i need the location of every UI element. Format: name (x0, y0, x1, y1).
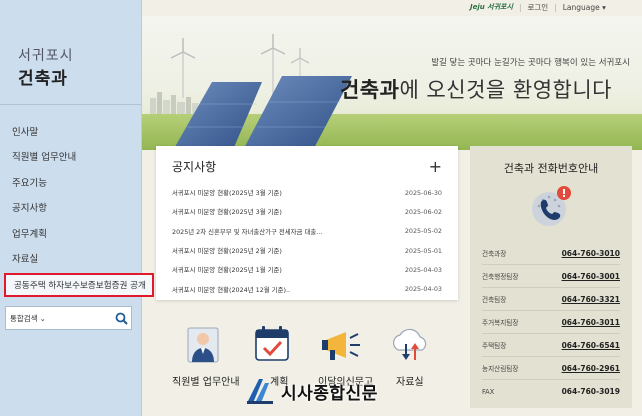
newspaper-watermark: 시사종합신문 (245, 376, 378, 406)
search-scope-label: 통합검색 (10, 313, 38, 323)
phone-directory-panel: 건축과 전화번호안내 건축과장 064-760-3010 건축행정팀장 064-76… (470, 146, 632, 408)
caret-down-icon: ▾ (602, 2, 606, 12)
phone-number[interactable]: 064-760-3011 (562, 318, 620, 327)
chevron-down-icon: ⌄ (39, 313, 46, 323)
sidebar: 서귀포시 건축과 인사말 직원별 업무안내 주요기능 공지사항 업무계획 자료실… (0, 0, 154, 416)
telephone-icon (527, 184, 575, 232)
notice-item-title: 서귀포시 미분양 현황(2025년 2월 기준) (172, 247, 282, 256)
top-bar: Jeju 서귀포시 | 로그인 | Language ▾ (470, 0, 642, 14)
notice-item-date: 2025-04-03 (404, 285, 442, 294)
dept-title: 건축과 (18, 69, 68, 89)
notice-item-title: 서귀포시 미분양 현황(2025년 1월 기준) (172, 266, 282, 275)
notice-item[interactable]: 2025년 2차 신혼부부 및 자녀출산가구 전세자금 대출... 2025-05… (172, 222, 442, 241)
phone-number[interactable]: 064-760-6541 (562, 341, 620, 350)
search-box: 통합검색 ⌄ (5, 306, 132, 330)
more-notices-button[interactable]: + (429, 158, 442, 175)
watermark-text: 시사종합신문 (281, 383, 378, 404)
notice-item-date: 2025-04-03 (404, 265, 442, 274)
phone-number[interactable]: 064-760-3010 (562, 249, 620, 258)
login-link[interactable]: 로그인 (527, 2, 548, 13)
staff-person-icon (187, 327, 219, 363)
megaphone-icon (322, 332, 360, 360)
phone-label: 농지산림팀장 (482, 365, 519, 373)
sidebar-nav: 인사말 직원별 업무안내 주요기능 공지사항 업무계획 자료실 공동주택 하자보… (0, 118, 154, 297)
notice-item-date: 2025-06-02 (404, 207, 442, 216)
phone-row: 주택팀장 064-760-6541 (482, 334, 620, 357)
phone-directory-title: 건축과 전화번호안내 (503, 162, 599, 175)
notice-item[interactable]: 서귀포시 미분양 현황(2025년 3월 기준) 2025-06-02 (172, 202, 442, 221)
hero-title-rest: 에 오신것을 환영합니다 (399, 78, 612, 102)
notice-item-title: 서귀포시 미분양 현황(2025년 3월 기준) (172, 189, 282, 198)
calendar-check-icon (255, 326, 289, 361)
sidebar-divider (0, 104, 141, 105)
phone-number[interactable]: 064-760-2961 (562, 364, 620, 373)
phone-label: 건축팀장 (482, 296, 507, 304)
phone-row: 농지산림팀장 064-760-2961 (482, 357, 620, 380)
sidebar-item-defect-insurance[interactable]: 공동주택 하자보수보증보험증권 공개 (4, 273, 154, 297)
notice-item[interactable]: 서귀포시 미분양 현황(2025년 1월 기준) 2025-04-03 (172, 260, 442, 279)
phone-number[interactable]: 064-760-3001 (562, 272, 620, 281)
phone-label: 주거복지팀장 (482, 319, 519, 327)
notice-item-date: 2025-05-01 (404, 246, 442, 255)
phone-row: 건축팀장 064-760-3321 (482, 288, 620, 311)
sidebar-item-greeting[interactable]: 인사말 (0, 118, 141, 144)
language-label: Language (562, 2, 600, 12)
notice-item-title: 2025년 2차 신혼부부 및 자녀출산가구 전세자금 대출... (172, 227, 323, 236)
sidebar-item-work-plan[interactable]: 업무계획 (0, 220, 141, 246)
hero-banner: 발길 닿는 곳마다 눈길가는 곳마다 행복이 있는 서귀포시 건축과에 오신것을… (142, 16, 642, 150)
hero-title: 건축과에 오신것을 환영합니다 (340, 74, 612, 104)
city-logo[interactable]: Jeju 서귀포시 (470, 2, 513, 12)
phone-row: 주거복지팀장 064-760-3011 (482, 311, 620, 334)
hero-title-bold: 건축과 (339, 78, 400, 102)
search-icon (115, 312, 128, 325)
phone-label: 건축행정팀장 (482, 273, 519, 281)
notice-item[interactable]: 서귀포시 미분양 현황(2025년 3월 기준) 2025-06-30 (172, 183, 442, 202)
notice-header: 공지사항 + (172, 158, 442, 175)
notice-panel: 공지사항 + 서귀포시 미분양 현황(2025년 3월 기준) 2025-06-3… (156, 146, 458, 300)
phone-row: 건축행정팀장 064-760-3001 (482, 265, 620, 288)
search-scope-select[interactable]: 통합검색 ⌄ (6, 313, 56, 324)
notice-item-title: 서귀포시 미분양 현황(2025년 3월 기준) (172, 208, 282, 217)
phone-label: 건축과장 (482, 250, 507, 258)
notice-item[interactable]: 서귀포시 미분양 현황(2025년 2월 기준) 2025-05-01 (172, 241, 442, 260)
newspaper-logo-icon (247, 379, 273, 404)
language-selector[interactable]: Language ▾ (563, 3, 606, 12)
phone-number[interactable]: 064-760-3321 (562, 295, 620, 304)
phone-label: 주택팀장 (482, 342, 507, 350)
sidebar-item-main-functions[interactable]: 주요기능 (0, 169, 141, 195)
phone-label: FAX (482, 387, 495, 396)
sidebar-item-archive[interactable]: 자료실 (0, 246, 141, 272)
notice-item-date: 2025-05-02 (404, 227, 442, 236)
dept-label: 서귀포시 (18, 48, 74, 64)
divider: | (554, 2, 557, 12)
sidebar-item-notices[interactable]: 공지사항 (0, 195, 141, 221)
notice-item[interactable]: 서귀포시 미분양 현황(2024년 12월 기준).. 2025-04-03 (172, 279, 442, 298)
search-button[interactable] (111, 307, 131, 329)
phone-row: 건축과장 064-760-3010 (482, 242, 620, 265)
notice-item-date: 2025-06-30 (404, 188, 442, 197)
search-input[interactable] (56, 308, 111, 328)
quick-link-label: 직원별 업무안내 (172, 377, 240, 388)
divider: | (518, 2, 522, 12)
cloud-download-icon (392, 328, 427, 360)
fax-number: 064-760-3019 (561, 387, 620, 396)
notice-title: 공지사항 (172, 160, 217, 174)
quick-link-label: 자료실 (396, 377, 424, 388)
notice-item-title: 서귀포시 미분양 현황(2024년 12월 기준).. (172, 285, 291, 294)
phone-row: FAX 064-760-3019 (482, 380, 620, 403)
hero-subtitle: 발길 닿는 곳마다 눈길가는 곳마다 행복이 있는 서귀포시 (431, 58, 630, 68)
sidebar-item-staff-duties[interactable]: 직원별 업무안내 (0, 144, 141, 170)
